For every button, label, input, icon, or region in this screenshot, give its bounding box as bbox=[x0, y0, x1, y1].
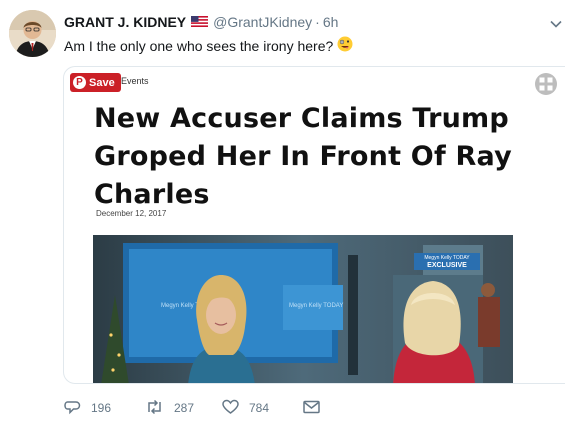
article-video-still[interactable]: Megyn Kelly TODAY Megyn Kelly TODAY Megy… bbox=[93, 235, 513, 383]
reply-icon bbox=[64, 399, 81, 418]
author-handle[interactable]: @GrantJKidney bbox=[213, 14, 312, 30]
reply-count: 196 bbox=[91, 401, 112, 415]
tweet-action-bar: 196 287 784 bbox=[64, 398, 320, 418]
tweet-text: Am I the only one who sees the irony her… bbox=[64, 37, 334, 54]
zany-face-emoji-icon bbox=[337, 36, 353, 55]
heart-icon bbox=[222, 399, 239, 418]
article-category: t Events bbox=[116, 76, 149, 86]
direct-message-button[interactable] bbox=[303, 400, 320, 417]
wall-logo-text-right: Megyn Kelly TODAY bbox=[289, 303, 343, 309]
avatar[interactable] bbox=[9, 10, 56, 57]
article-headline[interactable]: New Accuser Claims Trump Groped Her In F… bbox=[94, 100, 554, 214]
tweet-timestamp[interactable]: 6h bbox=[323, 14, 339, 30]
like-count: 784 bbox=[249, 401, 270, 415]
retweet-icon bbox=[145, 399, 164, 418]
tweet: GRANT J. KIDNEY @GrantJKidney · 6h Am I … bbox=[0, 0, 565, 430]
chevron-down-icon[interactable] bbox=[550, 16, 562, 28]
separator-dot: · bbox=[315, 14, 320, 30]
save-label: Save bbox=[89, 76, 115, 89]
embedded-article-card[interactable]: P Save t Events New Accuser Claims Trump… bbox=[63, 66, 565, 384]
retweet-count: 287 bbox=[174, 401, 195, 415]
like-button[interactable]: 784 bbox=[222, 399, 303, 418]
article-date: December 12, 2017 bbox=[96, 209, 167, 218]
tweet-text-row: Am I the only one who sees the irony her… bbox=[64, 36, 353, 55]
author-name[interactable]: GRANT J. KIDNEY bbox=[64, 14, 186, 30]
pinterest-save-button[interactable]: P Save bbox=[70, 73, 121, 92]
tweet-header: GRANT J. KIDNEY @GrantJKidney · 6h bbox=[64, 13, 338, 31]
envelope-icon bbox=[303, 400, 320, 417]
pinterest-icon: P bbox=[73, 76, 86, 89]
badge-show-name: Megyn Kelly TODAY bbox=[424, 254, 470, 261]
expand-icon[interactable] bbox=[534, 72, 558, 96]
retweet-button[interactable]: 287 bbox=[145, 399, 222, 418]
reply-button[interactable]: 196 bbox=[64, 399, 145, 418]
video-exclusive-badge: Megyn Kelly TODAY EXCLUSIVE bbox=[414, 253, 480, 270]
us-flag-icon bbox=[191, 14, 209, 30]
badge-exclusive: EXCLUSIVE bbox=[427, 261, 467, 269]
